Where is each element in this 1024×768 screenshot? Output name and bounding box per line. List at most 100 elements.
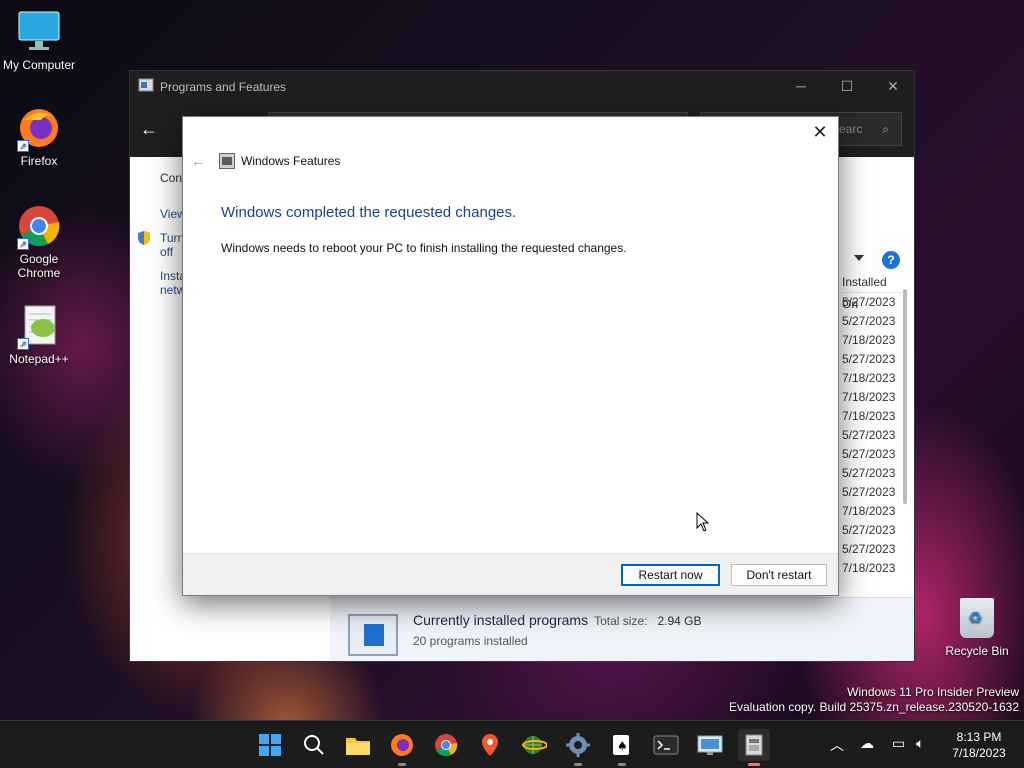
watermark-line2: Evaluation copy. Build 25375.zn_release.… (729, 700, 1019, 714)
running-indicator (618, 763, 626, 766)
search-icon (304, 735, 324, 755)
desktop-icon-firefox[interactable]: ↗ Firefox (1, 106, 77, 168)
taskbar-settings[interactable] (562, 729, 594, 766)
minimize-button[interactable]: ─ (778, 71, 824, 102)
desktop-icon-label: Recycle Bin (945, 644, 1009, 658)
taskbar-chrome[interactable] (430, 729, 462, 761)
program-installed-date[interactable]: 7/18/2023 (842, 559, 902, 578)
program-installed-date[interactable]: 7/18/2023 (842, 388, 902, 407)
cards-icon: ♠ (613, 735, 629, 755)
program-installed-date[interactable]: 5/27/2023 (842, 350, 902, 369)
svg-text:♠: ♠ (617, 739, 628, 753)
total-size-label: Total size: (594, 614, 648, 628)
taskbar-remote-desktop[interactable] (694, 729, 726, 761)
firefox-icon: ↗ (17, 106, 61, 152)
back-arrow-icon[interactable]: ← (191, 153, 211, 169)
dialog-message: Windows needs to reboot your PC to finis… (221, 241, 627, 255)
help-icon[interactable]: ? (882, 251, 900, 269)
program-installed-date[interactable]: 5/27/2023 (842, 483, 902, 502)
program-installed-date[interactable]: 5/27/2023 (842, 540, 902, 559)
remote-desktop-icon (697, 735, 723, 755)
program-installed-date[interactable]: 7/18/2023 (842, 331, 902, 350)
running-indicator (398, 763, 406, 766)
notepadpp-icon: ↗ (17, 304, 61, 350)
evaluation-watermark: Windows 11 Pro Insider Preview Evaluatio… (729, 685, 1019, 715)
control-panel-icon (138, 77, 154, 96)
network-icon[interactable]: ▭ (892, 735, 905, 752)
chevron-up-icon[interactable]: ︿ (830, 735, 844, 755)
program-installed-date[interactable]: 5/27/2023 (842, 312, 902, 331)
taskbar-terminal[interactable] (650, 729, 682, 761)
start-button[interactable] (254, 729, 286, 761)
watermark-line1: Windows 11 Pro Insider Preview (847, 685, 1019, 699)
chrome-icon: ↗ (17, 204, 61, 250)
taskbar-search-button[interactable] (298, 729, 330, 761)
taskbar-firefox[interactable] (386, 729, 418, 766)
program-installed-date[interactable]: 5/27/2023 (842, 445, 902, 464)
windows-features-dialog: ✕ ← Windows Features Windows completed t… (182, 116, 839, 596)
firefox-icon (391, 734, 413, 756)
dont-restart-button[interactable]: Don't restart (731, 564, 827, 586)
maximize-button[interactable]: ☐ (824, 71, 870, 102)
restart-now-button[interactable]: Restart now (621, 564, 720, 586)
summary-title: Currently installed programs (413, 612, 589, 628)
desktop-icon-chrome[interactable]: ↗ Google Chrome (1, 204, 77, 280)
column-header-installed-on[interactable]: Installed On (842, 271, 902, 311)
desktop-icon-label: Firefox (20, 154, 58, 168)
mouse-pointer-icon (696, 512, 710, 532)
gear-icon (566, 733, 590, 757)
control-panel-icon (745, 734, 763, 756)
map-pin-icon (482, 734, 498, 756)
desktop-icon-label: Google Chrome (17, 252, 61, 280)
program-installed-date[interactable]: 5/27/2023 (842, 521, 902, 540)
program-installed-date[interactable]: 7/18/2023 (842, 369, 902, 388)
clock-date: 7/18/2023 (952, 746, 1006, 760)
desktop-icon-notepadpp[interactable]: ↗ Notepad++ (1, 304, 77, 366)
program-installed-date[interactable]: 7/18/2023 (842, 502, 902, 521)
desktop-icon-label: My Computer (2, 58, 76, 72)
view-dropdown-caret-icon[interactable] (854, 255, 864, 261)
recycle-bin-icon: ♻ (960, 598, 994, 638)
installed-on-column: Installed On 5/27/2023 5/27/2023 7/18/2023… (842, 271, 902, 578)
active-indicator (748, 763, 760, 766)
scrollbar-thumb[interactable] (903, 289, 907, 504)
windows-features-icon (219, 153, 235, 169)
programs-count: 20 programs installed (413, 634, 528, 648)
dialog-footer: Restart now Don't restart (183, 553, 838, 595)
folder-icon (346, 738, 370, 755)
monitor-icon (17, 10, 61, 54)
programs-icon (348, 614, 398, 656)
windows-logo-icon (259, 734, 281, 756)
desktop-icon-my-computer[interactable]: My Computer (1, 10, 77, 72)
program-installed-date[interactable]: 5/27/2023 (842, 426, 902, 445)
program-installed-date[interactable]: 7/18/2023 (842, 407, 902, 426)
close-button[interactable]: ✕ (870, 71, 916, 102)
volume-icon[interactable]: 🔈︎ (916, 735, 924, 752)
program-installed-date[interactable]: 5/27/2023 (842, 464, 902, 483)
chrome-icon (435, 734, 458, 757)
dialog-close-button[interactable]: ✕ (808, 121, 832, 145)
title-bar: Programs and Features ─ ☐ ✕ (130, 71, 914, 102)
window-title: Programs and Features (160, 79, 287, 94)
system-clock[interactable]: 8:13 PM 7/18/2023 (944, 729, 1014, 761)
taskbar-globe-app[interactable] (518, 729, 550, 761)
dialog-header: ← Windows Features (191, 153, 340, 169)
sidebar-turn-features-link[interactable]: Turn off (160, 231, 184, 259)
search-icon: ⌕ (882, 122, 889, 136)
taskbar-solitaire[interactable]: ♠ (606, 729, 638, 766)
onedrive-offline-icon[interactable]: ☁ (860, 735, 874, 752)
clock-time: 8:13 PM (956, 730, 1002, 744)
shield-icon (137, 230, 151, 249)
program-installed-date[interactable]: 5/27/2023 (842, 293, 902, 312)
taskbar-file-explorer[interactable] (342, 729, 374, 761)
turn-line2: off (160, 245, 174, 259)
desktop-icon-recycle-bin[interactable]: ♻ Recycle Bin (942, 598, 1012, 658)
turn-line1: Turn (160, 231, 185, 245)
back-arrow-icon[interactable]: ← (140, 119, 158, 140)
taskbar: ♠ ︿ ☁ ▭ 🔈︎ 8:13 PM 7/18/2023 (0, 720, 1024, 768)
running-indicator (574, 763, 582, 766)
dialog-heading: Windows completed the requested changes. (221, 204, 517, 221)
taskbar-maps[interactable] (474, 729, 506, 761)
terminal-icon (653, 735, 679, 755)
taskbar-control-panel[interactable] (738, 729, 770, 766)
